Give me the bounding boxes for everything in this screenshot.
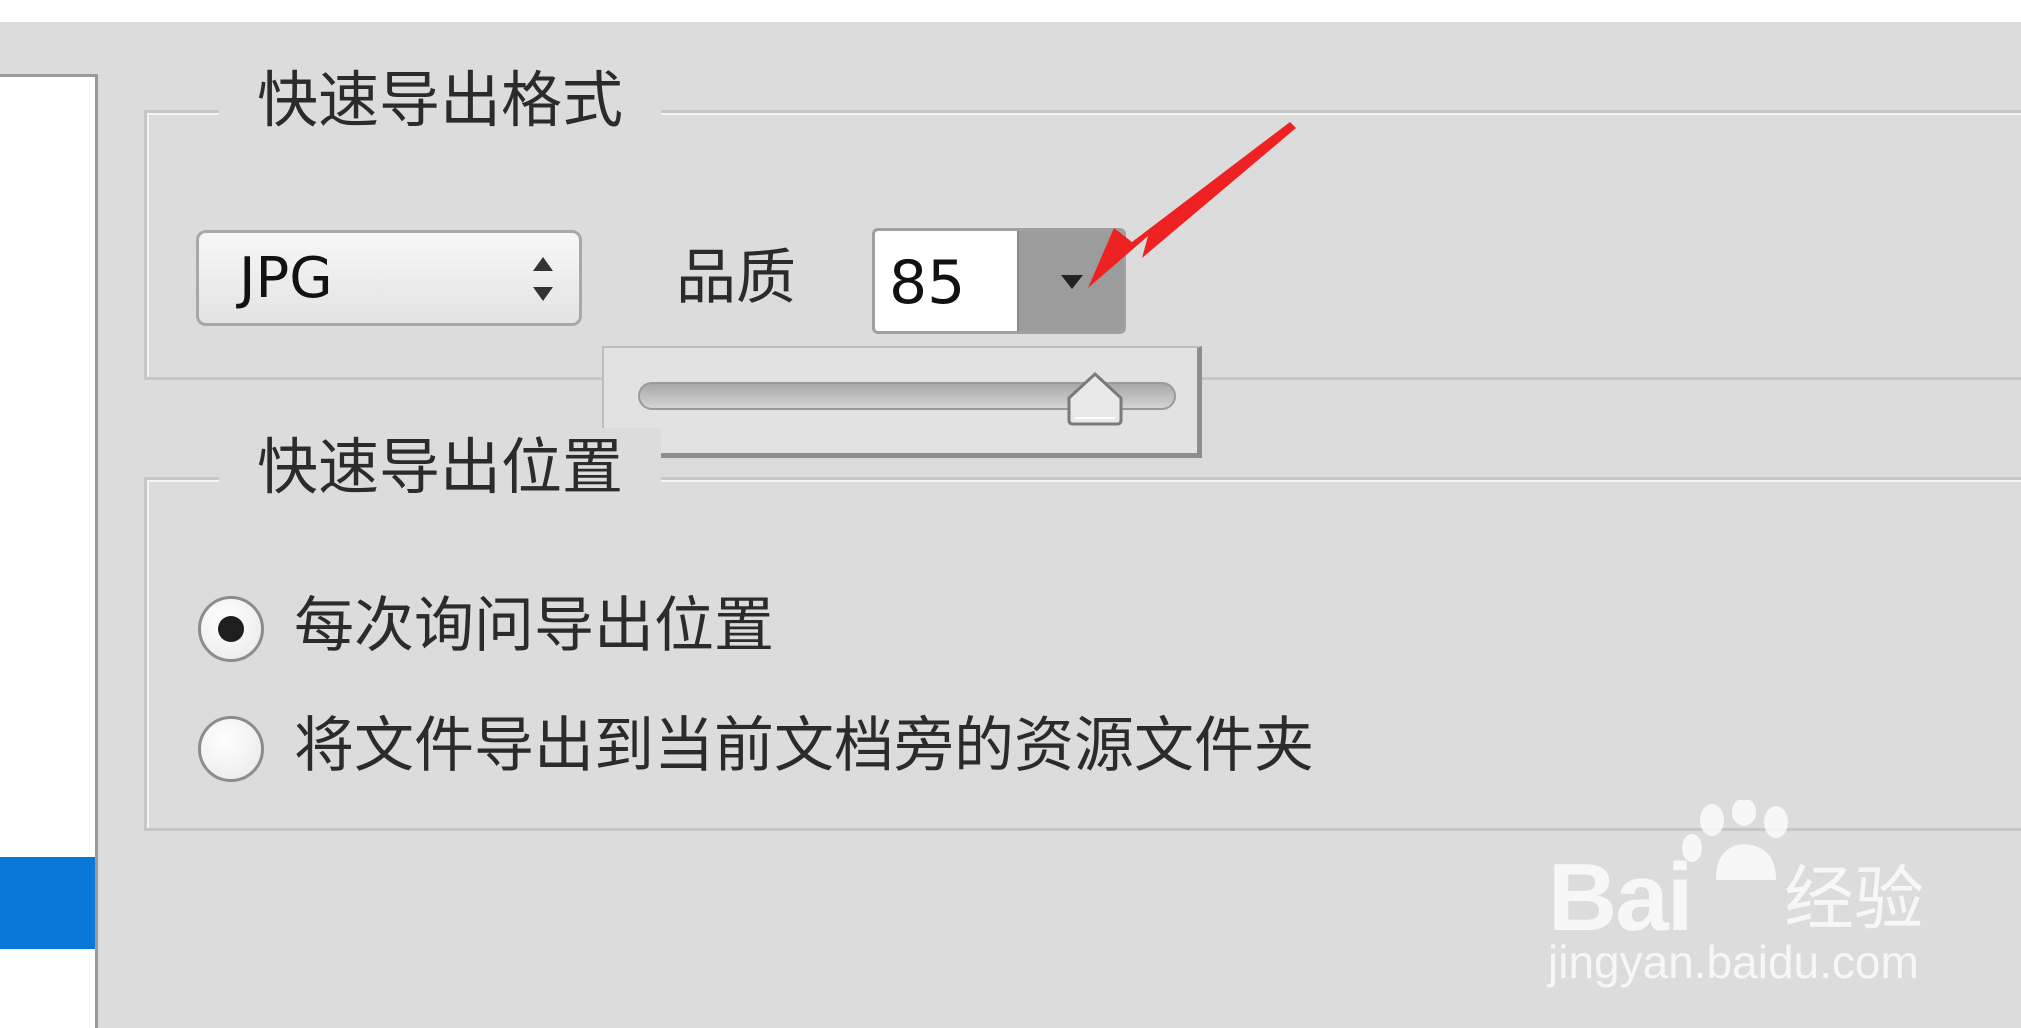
format-select[interactable]: JPG: [196, 230, 582, 326]
quality-value[interactable]: 85: [889, 247, 965, 319]
quality-label: 品质: [676, 243, 796, 313]
category-list-selected-item[interactable]: [0, 857, 95, 949]
export-location-group-title: 快速导出位置: [219, 428, 662, 508]
export-to-assets-folder-radio[interactable]: [198, 716, 264, 782]
watermark-brand-suffix: 经验: [1784, 858, 1924, 940]
export-format-group-title: 快速导出格式: [219, 61, 662, 141]
watermark-url: jingyan.baidu.com: [1548, 936, 1919, 988]
ask-location-radio-label[interactable]: 每次询问导出位置: [294, 586, 774, 666]
baidu-jingyan-watermark: Bai 经验 jingyan.baidu.com: [1548, 800, 1978, 1000]
radio-selected-dot: [218, 616, 244, 642]
category-list[interactable]: [0, 74, 98, 1028]
red-arrow-icon: [1088, 122, 1296, 288]
updown-arrows-icon: [533, 257, 553, 301]
ask-location-radio[interactable]: [198, 596, 264, 662]
quality-slider-thumb[interactable]: [1065, 370, 1125, 426]
export-to-assets-folder-radio-label[interactable]: 将文件导出到当前文档旁的资源文件夹: [294, 706, 1314, 786]
watermark-brand: Bai: [1548, 844, 1693, 951]
screenshot-stage: 快速导出格式 JPG 品质 85 快速导出位置 每次询问导出位置 将文件导出到当…: [0, 0, 2021, 1028]
format-select-value: JPG: [239, 246, 333, 311]
quality-slider-popup: [602, 346, 1202, 458]
